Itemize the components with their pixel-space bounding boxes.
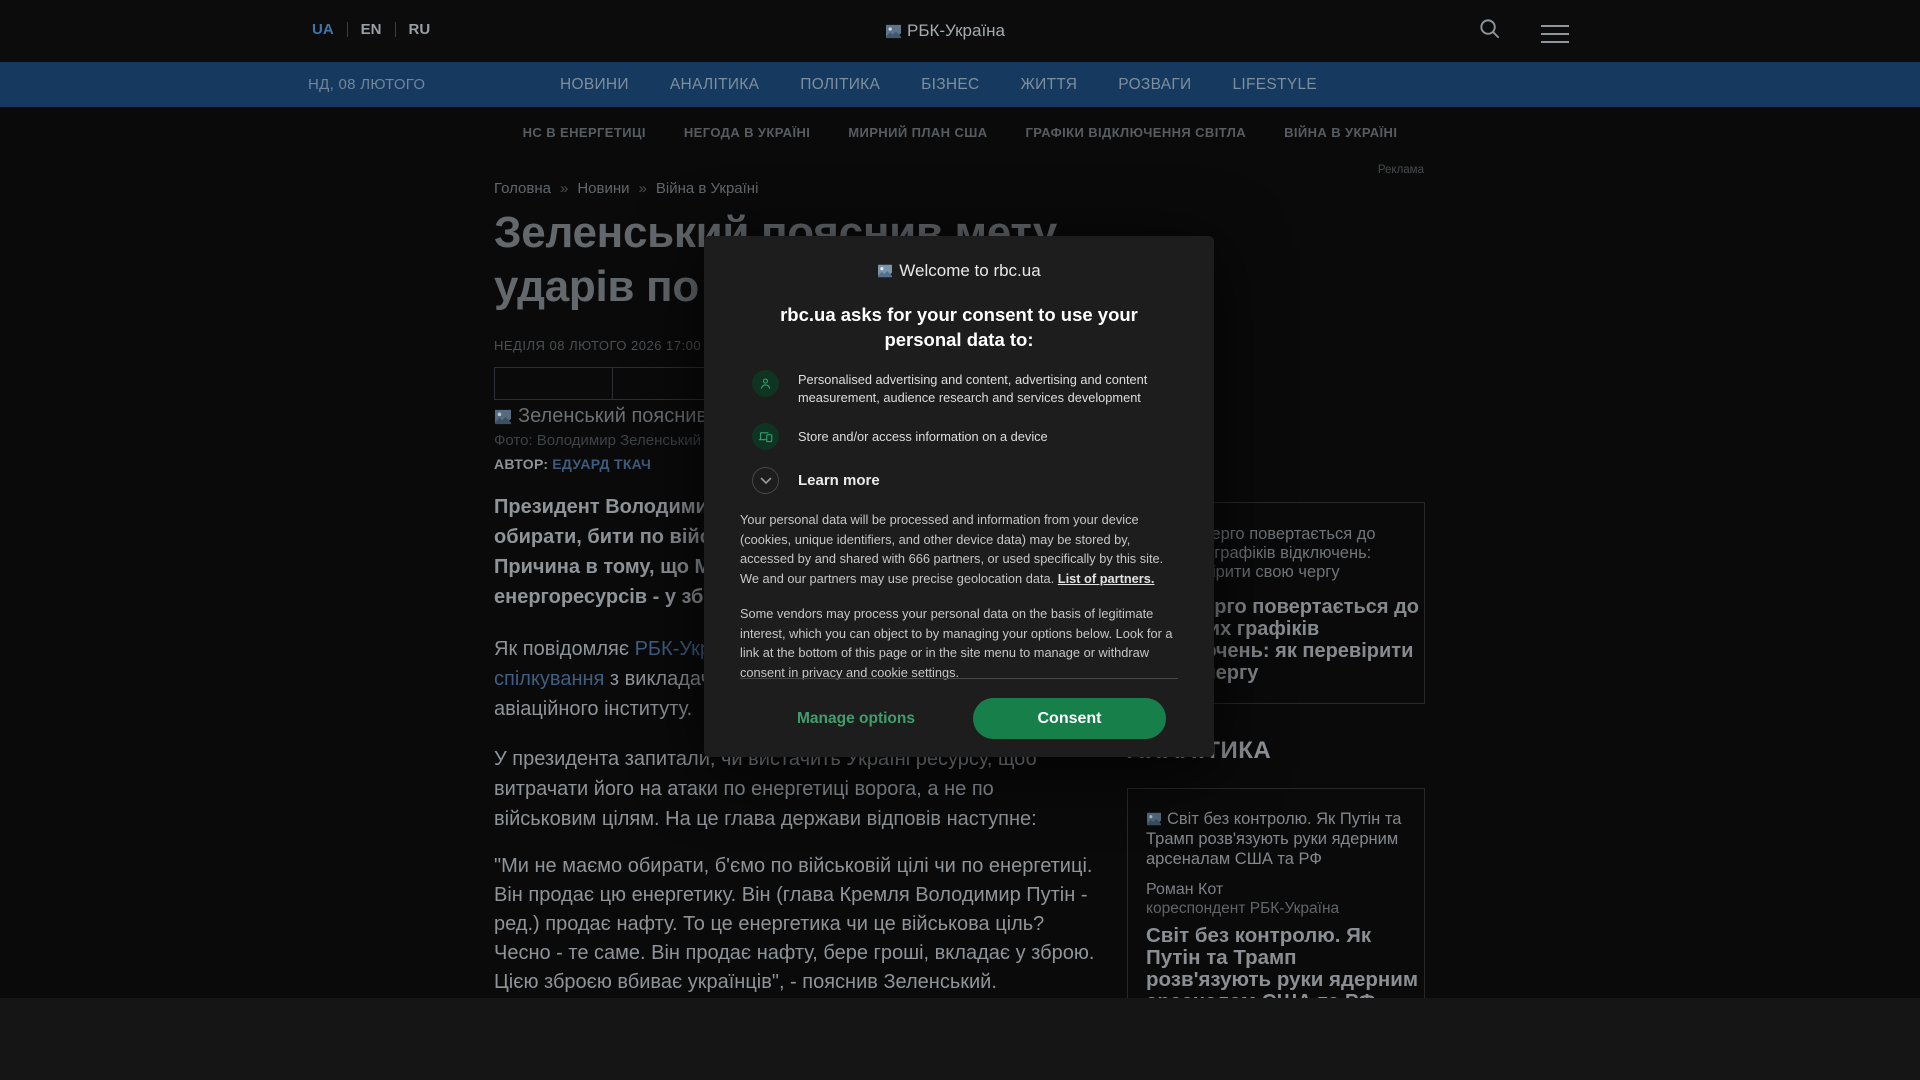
divider <box>346 22 348 37</box>
author-row: АВТОР: ЕДУАРД ТКАЧ <box>494 456 651 472</box>
logo-text: РБК-Україна <box>907 21 1006 40</box>
consent-dialog: Welcome to rbc.ua rbc.ua asks for your c… <box>704 236 1214 757</box>
ad-label: Реклама <box>1377 164 1424 176</box>
topic-tag[interactable]: НЕГОДА В УКРАЇНІ <box>684 125 810 140</box>
nav-date: НД, 08 ЛЮТОГО <box>308 76 426 93</box>
nav-item-lifestyle[interactable]: LIFESTYLE <box>1232 76 1317 94</box>
chevron-down-icon[interactable] <box>752 467 779 494</box>
search-icon[interactable] <box>1478 17 1501 45</box>
share-button[interactable] <box>494 367 613 400</box>
nav-item-zhyttia[interactable]: ЖИТТЯ <box>1021 76 1078 94</box>
lang-ua[interactable]: UA <box>312 21 334 38</box>
breadcrumb-separator: » <box>638 180 647 197</box>
nav-item-polityka[interactable]: ПОЛІТИКА <box>800 76 880 94</box>
broken-image-icon <box>1147 812 1161 826</box>
learn-more-link[interactable]: Learn more <box>798 472 880 489</box>
dialog-purposes: Personalised advertising and content, ad… <box>752 370 1178 494</box>
header-actions <box>1478 17 1569 45</box>
topic-tag[interactable]: НС В ЕНЕРГЕТИЦІ <box>523 125 646 140</box>
language-switcher: UA EN RU <box>312 21 430 38</box>
bottom-ad-band <box>0 998 1920 1080</box>
site-logo[interactable]: РБК-Україна <box>885 21 1005 41</box>
main-nav: НД, 08 ЛЮТОГО НОВИНИ АНАЛІТИКА ПОЛІТИКА … <box>0 62 1920 107</box>
devices-icon <box>752 423 779 450</box>
article-date: НЕДІЛЯ 08 ЛЮТОГО 2026 17:00 <box>494 338 702 353</box>
dialog-disclosure-text: Your personal data will be processed and… <box>740 512 1164 586</box>
breadcrumb-separator: » <box>560 180 569 197</box>
lang-en[interactable]: EN <box>361 21 382 38</box>
sidebar-author-name: Роман Кот <box>1146 881 1224 898</box>
divider <box>740 678 1178 679</box>
dialog-heading: rbc.ua asks for your consent to use your… <box>780 304 1138 350</box>
page: UA EN RU РБК-Україна НД, 08 ЛЮТОГО НОВИН… <box>0 0 1920 1080</box>
person-icon <box>752 370 779 397</box>
divider <box>394 22 396 37</box>
breadcrumb-home[interactable]: Головна <box>494 180 551 197</box>
manage-options-button[interactable]: Manage options <box>797 710 915 728</box>
top-header: UA EN RU РБК-Україна <box>0 0 1920 62</box>
consent-button[interactable]: Consent <box>973 698 1166 739</box>
nav-item-rozvahy[interactable]: РОЗВАГИ <box>1118 76 1191 94</box>
topic-tag[interactable]: ВІЙНА В УКРАЇНІ <box>1284 125 1397 140</box>
broken-image-icon <box>495 409 511 424</box>
breadcrumb-war[interactable]: Війна в Україні <box>656 180 759 197</box>
communication-link[interactable]: спілкування <box>494 668 604 690</box>
nav-item-biznes[interactable]: БІЗНЕС <box>921 76 979 94</box>
share-buttons <box>494 367 731 400</box>
learn-more-row: Learn more <box>752 467 1178 494</box>
topic-tags: НС В ЕНЕРГЕТИЦІ НЕГОДА В УКРАЇНІ МИРНИЙ … <box>0 107 1920 157</box>
lang-ru[interactable]: RU <box>409 21 431 38</box>
article-paragraph: У президента запитали, чи вистачить Укра… <box>494 748 1037 830</box>
dialog-legitimate-interest-text: Some vendors may process your personal d… <box>740 606 1173 680</box>
author-label: АВТОР: <box>494 456 549 472</box>
dialog-welcome: Welcome to rbc.ua <box>740 261 1178 281</box>
nav-item-novyny[interactable]: НОВИНИ <box>560 76 629 94</box>
menu-icon[interactable] <box>1541 19 1569 43</box>
author-link[interactable]: ЕДУАРД ТКАЧ <box>552 456 651 472</box>
breadcrumb: Головна » Новини » Війна в Україні <box>494 180 758 197</box>
nav-item-analityka[interactable]: АНАЛІТИКА <box>670 76 759 94</box>
sidebar-image-placeholder: Світ без контролю. Як Путін та Трамп роз… <box>1146 810 1402 868</box>
sidebar-author-role: кореспондент РБК-Україна <box>1146 900 1340 917</box>
breadcrumb-news[interactable]: Новини <box>577 180 629 197</box>
topic-tag[interactable]: ГРАФІКИ ВІДКЛЮЧЕННЯ СВІТЛА <box>1026 125 1247 140</box>
broken-image-icon <box>878 264 893 278</box>
purpose-personalised-ads: Personalised advertising and content, ad… <box>752 370 1178 406</box>
sidebar-article-card[interactable]: Світ без контролю. Як Путін та Трамп роз… <box>1127 788 1425 1013</box>
dialog-buttons: Manage options Consent <box>740 698 1178 739</box>
purpose-store-access: Store and/or access information on a dev… <box>752 423 1178 450</box>
nav-menu: НОВИНИ АНАЛІТИКА ПОЛІТИКА БІЗНЕС ЖИТТЯ Р… <box>560 76 1317 94</box>
broken-image-icon <box>886 24 901 38</box>
article-quote: "Ми не маємо обирати, б'ємо по військові… <box>494 855 1095 993</box>
list-of-partners-link[interactable]: List of partners. <box>1058 571 1155 586</box>
topic-tag[interactable]: МИРНИЙ ПЛАН США <box>848 125 987 140</box>
